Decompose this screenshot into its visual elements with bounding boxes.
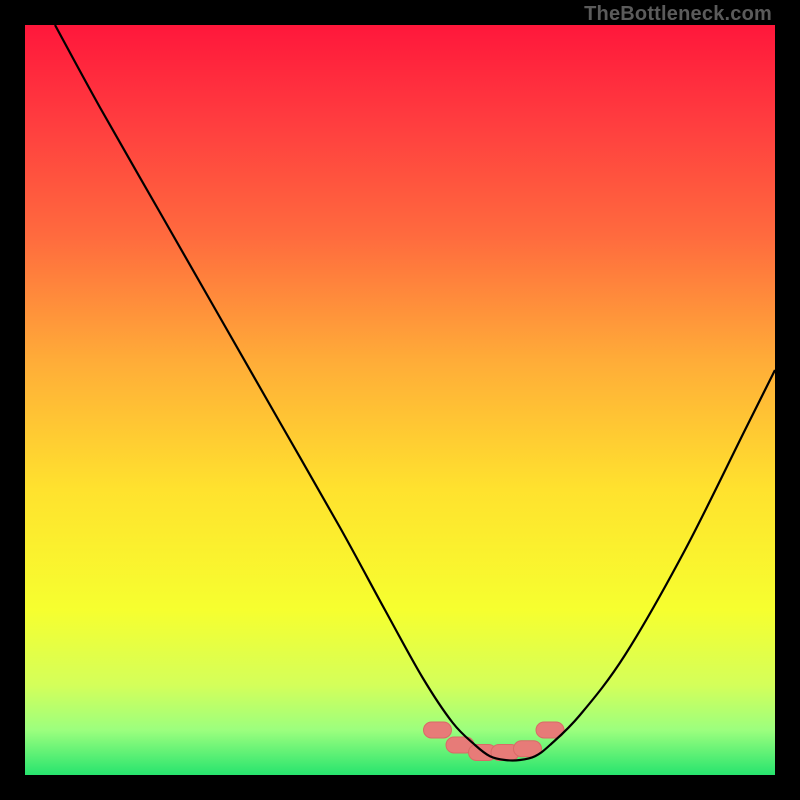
watermark-text: TheBottleneck.com [584, 3, 772, 26]
marker [424, 722, 452, 738]
plot-area [25, 25, 775, 775]
chart-svg [25, 25, 775, 775]
chart-frame [25, 25, 775, 775]
gradient-background [25, 25, 775, 775]
